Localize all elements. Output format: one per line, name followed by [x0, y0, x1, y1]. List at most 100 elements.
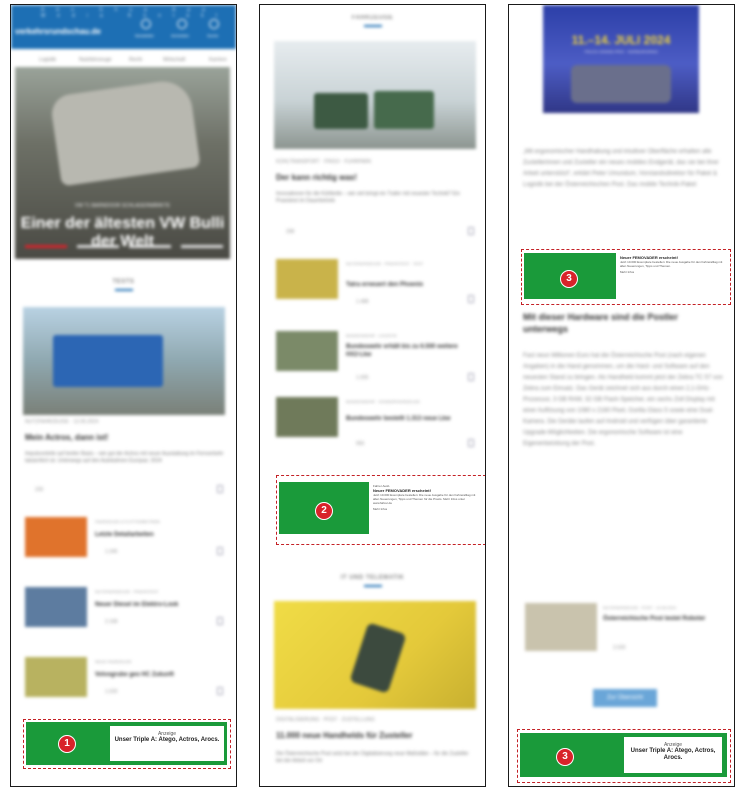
bookmark-icon[interactable]	[468, 439, 474, 447]
article-subheading: Mit dieser Hardware sind die Postler unt…	[523, 312, 679, 334]
ad-banner[interactable]: Anzeige Unser Triple A: Atego, Actros, A…	[520, 733, 727, 777]
poster-subtitle: TRUCK-GRAND-PRIX · NÜRBURGRING	[584, 49, 658, 54]
ad-title[interactable]: Unser Triple A: Atego, Actros, Arocs.	[110, 737, 224, 744]
list-item-count: 1.345	[105, 549, 118, 555]
truck-shape	[53, 335, 163, 387]
search-label: Suche	[207, 33, 219, 38]
list-item-meta: NUTZFAHRZEUGE · PRAXISTEST · TEST	[346, 261, 424, 266]
bookmark-icon[interactable]	[468, 295, 474, 303]
bookmark-icon[interactable]	[217, 617, 223, 625]
article-meta: DIGITALISIERUNG · POST · ZUSTELLUNG	[276, 717, 375, 723]
bookmark-icon[interactable]	[468, 227, 474, 235]
list-item-title[interactable]: Letzte Detailarbeiten	[95, 531, 225, 539]
section-underline	[363, 585, 382, 587]
section-underline	[114, 289, 133, 291]
tab-logistik[interactable]: Logistik	[39, 57, 56, 63]
hero-kicker: VW T1 BARNDOOR SCHLAGERMÄRKTE	[74, 203, 171, 209]
truck-shape	[374, 91, 434, 129]
section-title[interactable]: FAHRZEUGE	[352, 15, 394, 21]
screenshot-panel-3: 11.–14. JULI 2024 TRUCK-GRAND-PRIX · NÜR…	[508, 4, 735, 787]
ad-number-badge: 2	[315, 502, 333, 520]
slide-dot[interactable]	[77, 245, 119, 248]
ad-title[interactable]: Unser Triple A: Atego, Actros, Arocs.	[624, 748, 722, 762]
list-item-image[interactable]	[25, 517, 87, 557]
event-poster[interactable]: 11.–14. JULI 2024 TRUCK-GRAND-PRIX · NÜR…	[543, 5, 699, 123]
article-meta: KÜHLTRANSPORT · FRIGO · FUHRPARK	[276, 159, 372, 165]
article-image[interactable]	[274, 41, 476, 149]
ad-number-badge: 3	[556, 748, 574, 766]
article-teaser: Die Österreichische Post setzt bei der D…	[276, 751, 469, 764]
ad-highlight-frame: Anzeige Unser Triple A: Atego, Actros, A…	[517, 729, 731, 783]
bookmark-icon[interactable]	[217, 687, 223, 695]
related-title[interactable]: Österreichische Post testet Roboter	[603, 615, 723, 623]
article-headline[interactable]: Der kann richtig was!	[276, 173, 472, 183]
ad-more-link[interactable]: Mehr Infos	[620, 270, 724, 274]
bookmark-icon[interactable]	[217, 485, 223, 493]
article-paragraph: „Mit ergonomischer Handhabung und intuit…	[523, 149, 719, 188]
article-headline[interactable]: Mein Actros, dann ist!	[25, 433, 225, 443]
screenshot-panel-2: FAHRZEUGE KÜHLTRANSPORT · FRIGO · FUHRPA…	[259, 4, 486, 787]
list-item-image[interactable]	[276, 397, 338, 437]
article-paragraph: Fast neun Millionen Euro hat die Österre…	[523, 353, 723, 447]
comment-count: 298	[286, 229, 295, 235]
section-title[interactable]: IT UND TELEMATIK	[341, 575, 405, 581]
section-heading: TESTS	[11, 279, 236, 291]
ad-number-badge: 3	[560, 270, 578, 288]
tab-nutzfahrzeuge[interactable]: Nutzfahrzeuge	[79, 57, 112, 63]
ad-text-box[interactable]: Fahrer Ausb. Neuer FEMOVADER erscheint! …	[371, 482, 483, 534]
handheld-shape	[349, 622, 407, 694]
slide-dot[interactable]	[129, 245, 171, 248]
list-item-image[interactable]	[276, 331, 338, 371]
truck-shape	[314, 93, 368, 129]
ad-number-badge: 1	[58, 735, 76, 753]
list-item-meta: BUNDESWEHR · LOGISTIK	[346, 333, 397, 338]
list-item-title[interactable]: Volvogrube geo HC Zukunft	[95, 671, 225, 679]
list-item-count: 1.020	[105, 689, 118, 695]
poster-date: 11.–14. JULI 2024	[571, 33, 671, 47]
ad-highlight-frame: Anzeige Unser Triple A: Atego, Actros, A…	[23, 719, 231, 769]
tab-karriere[interactable]: Karriere	[209, 57, 227, 63]
ad-body: Jetzt 10.000 Exemplare bestellen: Die ne…	[620, 260, 723, 268]
list-item-title[interactable]: Bundeswehr bestellt 1.313 neue Lkw	[346, 415, 470, 423]
section-title[interactable]: TESTS	[113, 279, 135, 285]
article-image[interactable]	[274, 601, 476, 709]
list-item-image[interactable]	[276, 259, 338, 299]
slide-dot-active[interactable]	[25, 245, 67, 248]
list-item-title[interactable]: Tatra erneuert den Phoenix	[346, 281, 470, 289]
top-menu[interactable]: Abo Shop App Media Kontakt	[41, 7, 236, 19]
list-item-count: 956	[356, 441, 365, 447]
bookmark-icon[interactable]	[217, 547, 223, 555]
section-underline	[363, 25, 382, 27]
article-image[interactable]	[23, 307, 225, 415]
tab-wirtschaft[interactable]: Wirtschaft	[163, 57, 185, 63]
list-item-image[interactable]	[25, 587, 87, 627]
ad-more-link[interactable]: Mehr Infos	[373, 507, 481, 511]
related-image[interactable]	[525, 603, 597, 651]
login-label: Anmelden	[171, 33, 190, 38]
list-item-image[interactable]	[25, 657, 87, 697]
user-icon[interactable]	[177, 19, 187, 29]
list-item-title[interactable]: Neuer Diesel im Elektro-Look	[95, 601, 225, 609]
poster-footer	[543, 113, 699, 123]
bookmark-icon[interactable]	[468, 373, 474, 381]
slider-indicators	[25, 245, 223, 249]
poster-trucks	[571, 65, 671, 103]
ad-highlight-frame: Neuer FEMOVADER erscheint! Jetzt 10.000 …	[521, 249, 731, 305]
ad-banner[interactable]: Anzeige Unser Triple A: Atego, Actros, A…	[26, 722, 227, 765]
newsletter-icon[interactable]	[141, 19, 151, 29]
article-teaser: Impulsvorteile auf breiter Basis – wie g…	[25, 451, 224, 464]
search-icon[interactable]	[209, 19, 219, 29]
list-item-meta: NUTZFAHRZEUGE · PRAXISTEST	[95, 589, 159, 594]
hero-slider[interactable]: VW T1 BARNDOOR SCHLAGERMÄRKTE Einer der …	[15, 67, 230, 259]
overview-button[interactable]: Zur Übersicht	[593, 689, 657, 707]
site-header: Abo Shop App Media Kontakt verkehrsrunds…	[11, 5, 236, 49]
article-headline[interactable]: 11.000 neue Handhelds für Zusteller	[276, 731, 472, 741]
tab-recht[interactable]: Recht	[129, 57, 142, 63]
slide-dot[interactable]	[181, 245, 223, 248]
site-logo[interactable]: verkehrsrundschau.de	[15, 27, 101, 36]
article-meta: NUTZFAHRZEUGE · 12.06.2024	[25, 419, 99, 425]
list-item-title[interactable]: Bundeswehr erhält bis zu 6.500 weitere H…	[346, 343, 470, 359]
ad-text-box[interactable]: Neuer FEMOVADER erscheint! Jetzt 10.000 …	[618, 253, 726, 299]
section-heading: IT UND TELEMATIK	[260, 575, 485, 587]
list-item-count: 1.005	[356, 375, 369, 381]
